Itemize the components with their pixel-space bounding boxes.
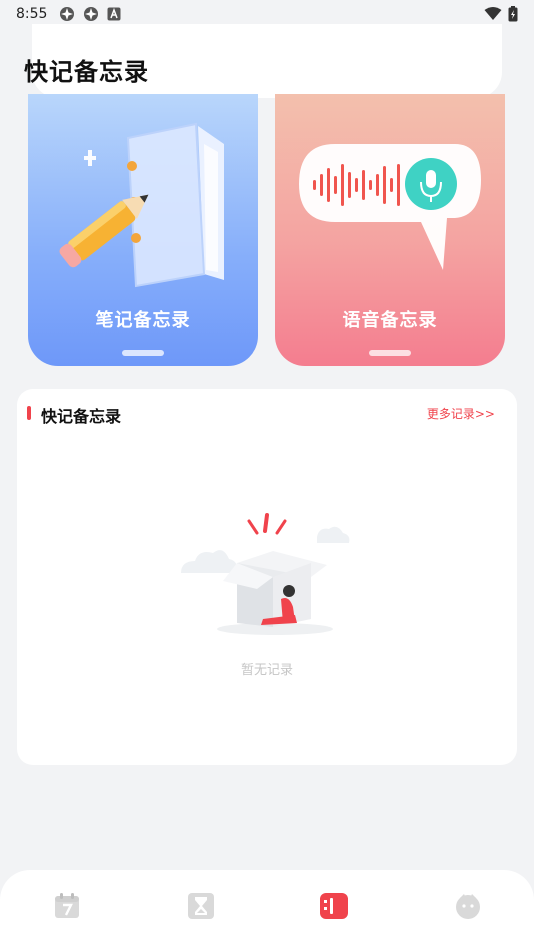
nav-timer[interactable] [187, 892, 215, 920]
bottom-nav [0, 870, 534, 950]
face-icon [456, 894, 480, 919]
records-section-title: 快记备忘录 [41, 407, 122, 426]
status-time: 8:55 [16, 6, 48, 22]
status-system-icons [484, 6, 518, 22]
more-records-link[interactable]: 更多记录>> [427, 405, 495, 422]
note-memo-card[interactable]: 笔记备忘录 [28, 94, 258, 366]
nav-memo[interactable] [320, 892, 348, 920]
voice-memo-indicator [369, 350, 411, 356]
note-memo-indicator [122, 350, 164, 356]
voice-memo-label: 语音备忘录 [342, 310, 438, 331]
voice-memo-card[interactable]: 语音备忘录 [275, 94, 505, 366]
records-panel: 快记备忘录 更多记录>> 暂无记录 [17, 389, 517, 765]
voice-bubble-illustration [299, 144, 481, 270]
battery-icon [508, 6, 518, 22]
empty-box-illustration [181, 513, 350, 635]
app-notification-icon [84, 7, 99, 21]
nav-profile[interactable] [454, 892, 482, 920]
nav-calendar[interactable] [53, 892, 81, 920]
status-notifications [59, 6, 121, 22]
hourglass-icon [188, 893, 214, 919]
empty-state-text: 暂无记录 [240, 663, 293, 678]
app-notification-icon [60, 7, 75, 21]
calendar-icon [55, 893, 79, 918]
page-title: 快记备忘录 [24, 58, 149, 86]
notebook-pencil-illustration [59, 122, 224, 288]
section-marker [27, 406, 31, 420]
wifi-icon [484, 7, 502, 20]
note-icon [320, 893, 348, 919]
note-memo-label: 笔记备忘录 [95, 310, 191, 331]
keyboard-a-icon [107, 7, 121, 21]
